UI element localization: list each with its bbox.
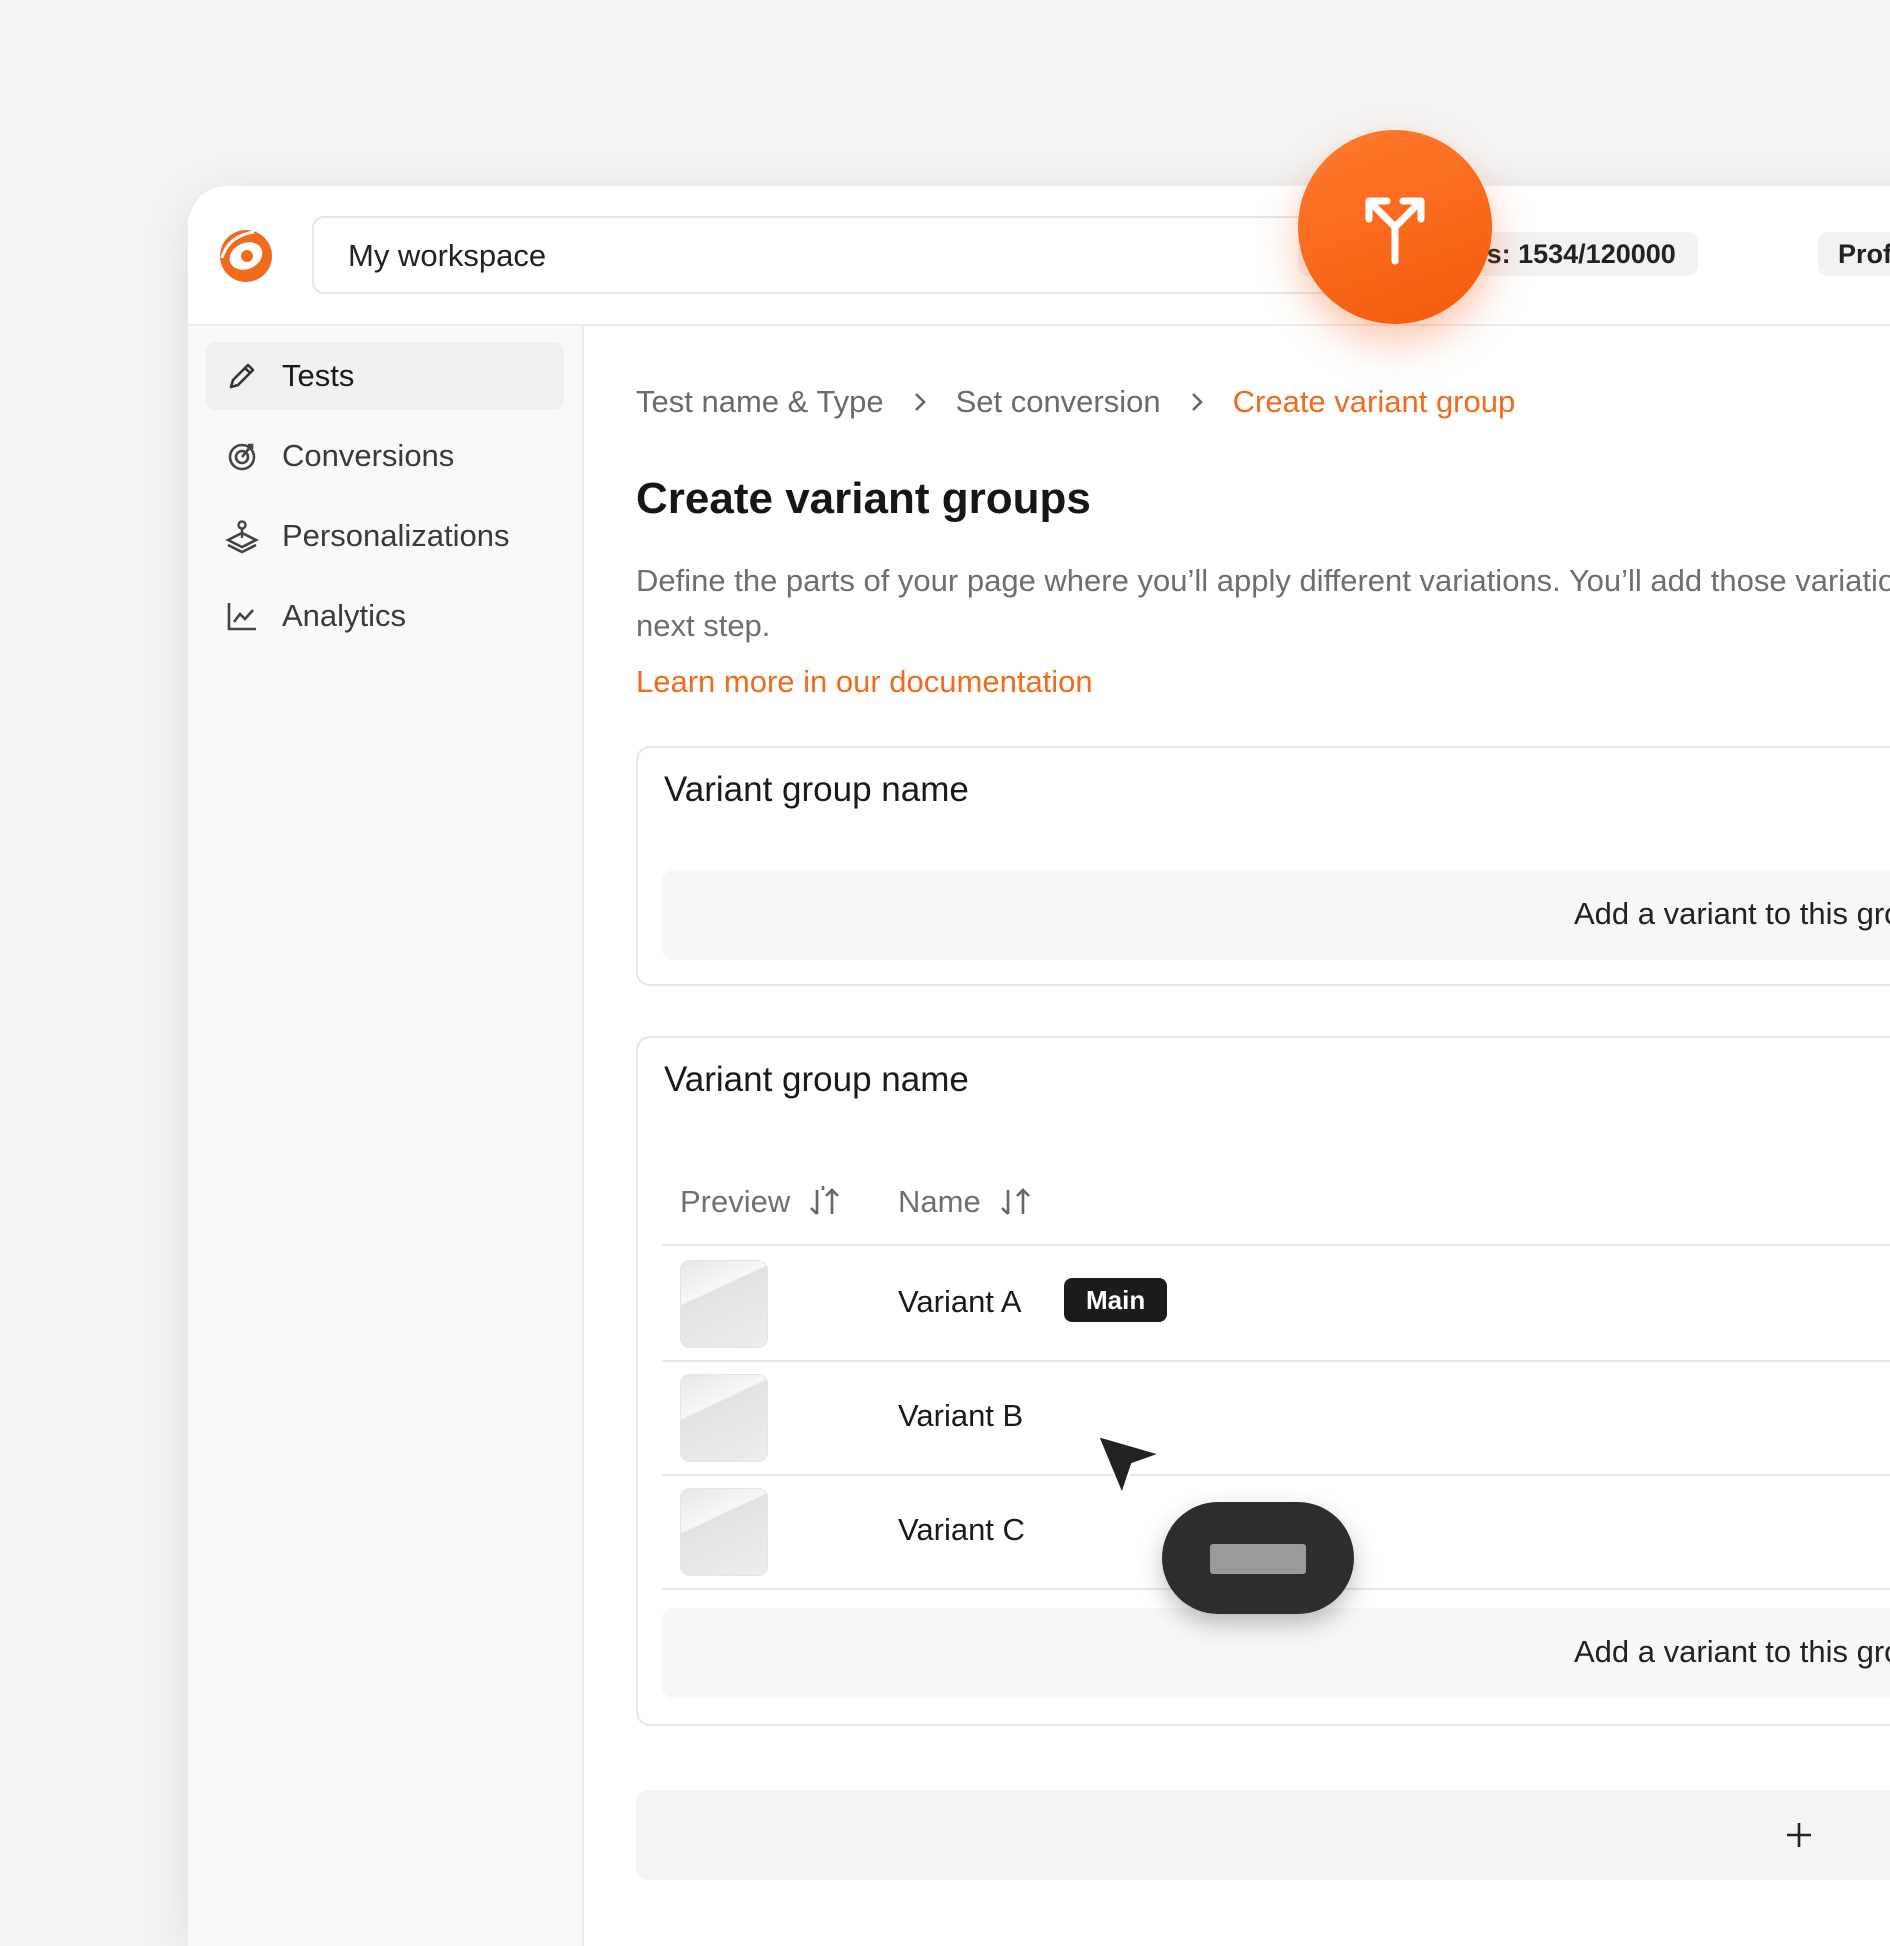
workspace-label: My workspace bbox=[348, 238, 547, 273]
main-content: Test name & Type Set conversion Create v… bbox=[584, 326, 1890, 1946]
variant-name: Variant B bbox=[898, 1398, 1024, 1433]
add-variant-button[interactable]: Add a variant to this group bbox=[662, 1608, 1890, 1698]
chevron-right-icon bbox=[1189, 391, 1205, 413]
variant-group-card: Variant group name Preview Name Variant … bbox=[636, 1036, 1890, 1726]
layers-icon bbox=[224, 518, 260, 554]
table-row[interactable]: Variant B bbox=[662, 1360, 1890, 1476]
documentation-link[interactable]: Learn more in our documentation bbox=[636, 664, 1093, 700]
breadcrumb: Test name & Type Set conversion Create v… bbox=[636, 384, 1515, 420]
page-description: Define the parts of your page where you’… bbox=[636, 563, 1890, 643]
chevron-right-icon bbox=[912, 391, 928, 413]
drag-handle-pill[interactable] bbox=[1162, 1502, 1354, 1614]
variant-name: Variant A bbox=[898, 1284, 1022, 1319]
table-row[interactable]: Variant A Main bbox=[662, 1246, 1890, 1362]
sidebar-item-personalizations[interactable]: Personalizations bbox=[206, 502, 564, 570]
workspace-select[interactable]: My workspace bbox=[312, 216, 1412, 294]
plus-icon bbox=[1787, 1823, 1811, 1847]
sidebar-item-label: Conversions bbox=[282, 438, 455, 473]
variant-name: Variant C bbox=[898, 1512, 1025, 1547]
variant-group-name[interactable]: Variant group name bbox=[664, 770, 969, 810]
variant-group-name[interactable]: Variant group name bbox=[664, 1060, 969, 1100]
sort-icon[interactable] bbox=[808, 1186, 842, 1218]
split-arrows-fab[interactable] bbox=[1298, 130, 1492, 324]
chart-line-icon bbox=[224, 598, 260, 634]
breadcrumb-step-2[interactable]: Set conversion bbox=[956, 384, 1161, 420]
variant-preview-thumbnail[interactable] bbox=[680, 1488, 768, 1576]
breadcrumb-step-3: Create variant group bbox=[1232, 384, 1516, 419]
column-header-name[interactable]: Name bbox=[898, 1184, 1033, 1220]
sidebar-item-label: Tests bbox=[282, 358, 355, 393]
sidebar-item-analytics[interactable]: Analytics bbox=[206, 582, 564, 650]
target-icon bbox=[224, 438, 260, 474]
sidebar-item-tests[interactable]: Tests bbox=[206, 342, 564, 410]
add-variant-group-button[interactable] bbox=[636, 1790, 1890, 1880]
breadcrumb-step-1[interactable]: Test name & Type bbox=[636, 384, 884, 420]
add-variant-button[interactable]: Add a variant to this group bbox=[662, 870, 1890, 960]
pencil-icon bbox=[224, 358, 260, 394]
drag-handle-bar bbox=[1210, 1544, 1306, 1574]
variant-group-card: Variant group name Add a variant to this… bbox=[636, 746, 1890, 986]
profile-badge[interactable]: Profile bbox=[1818, 232, 1890, 276]
top-bar: My workspace Tracked users: 1534/120000 … bbox=[188, 186, 1890, 326]
mouse-cursor-icon bbox=[1097, 1435, 1161, 1495]
add-variant-label: Add a variant to this group bbox=[1574, 896, 1890, 931]
main-badge: Main bbox=[1064, 1278, 1168, 1322]
page-title: Create variant groups bbox=[636, 474, 1091, 523]
sort-icon[interactable] bbox=[999, 1186, 1033, 1218]
column-header-label: Preview bbox=[680, 1184, 791, 1219]
app-window: My workspace Tracked users: 1534/120000 … bbox=[188, 186, 1890, 1946]
sidebar: Tests Conversions Personalizations Analy… bbox=[188, 326, 584, 1946]
column-header-preview[interactable]: Preview bbox=[680, 1184, 842, 1220]
app-logo-icon bbox=[220, 230, 272, 282]
variant-preview-thumbnail[interactable] bbox=[680, 1260, 768, 1348]
sidebar-item-label: Personalizations bbox=[282, 518, 510, 553]
sidebar-item-conversions[interactable]: Conversions bbox=[206, 422, 564, 490]
variant-preview-thumbnail[interactable] bbox=[680, 1374, 768, 1462]
column-header-label: Name bbox=[898, 1184, 981, 1219]
sidebar-item-label: Analytics bbox=[282, 598, 407, 633]
split-arrows-icon bbox=[1365, 197, 1425, 265]
add-variant-label: Add a variant to this group bbox=[1574, 1634, 1890, 1669]
